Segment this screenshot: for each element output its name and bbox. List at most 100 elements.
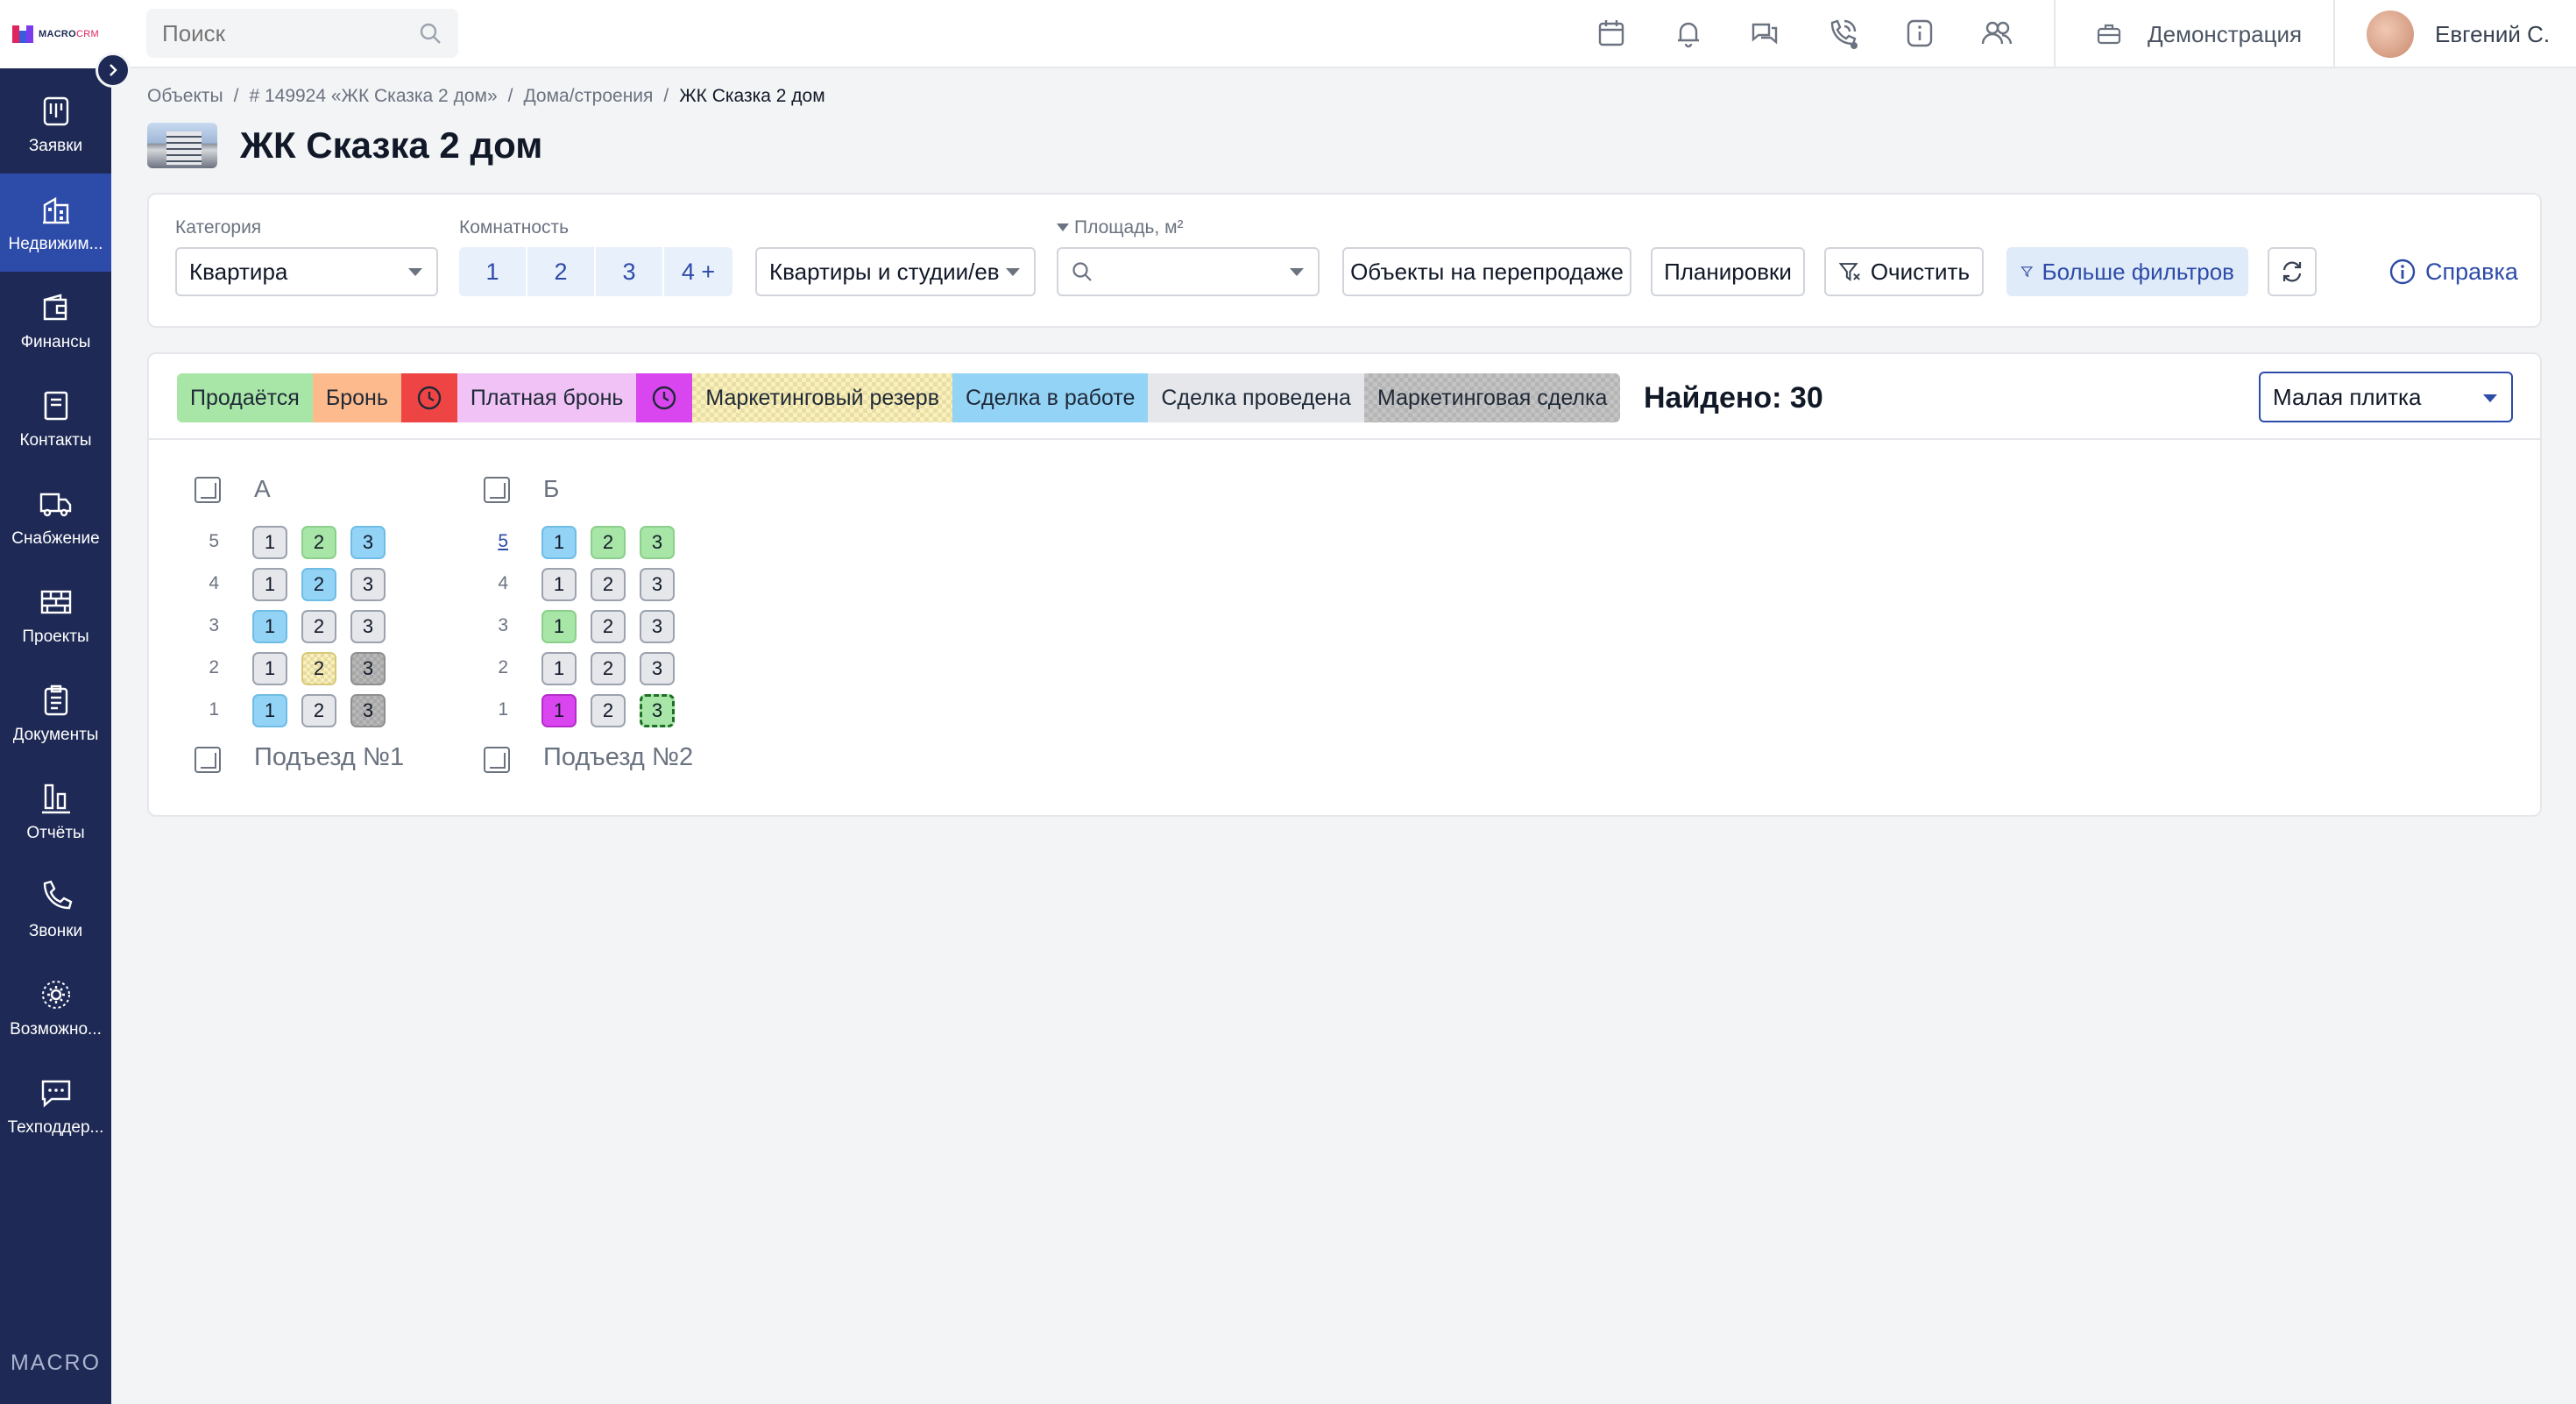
apartment-cell[interactable]: 1 — [252, 568, 287, 601]
sidebar-item-label: Техподдер... — [7, 1118, 104, 1137]
apartment-cell[interactable]: 3 — [640, 694, 675, 727]
status-chip[interactable]: Сделка в работе — [952, 373, 1149, 422]
floor-number: 2 — [209, 657, 219, 677]
status-chip[interactable] — [636, 373, 693, 422]
stairs-icon[interactable] — [195, 477, 221, 503]
apartment-cell[interactable]: 3 — [350, 568, 386, 601]
plans-button[interactable]: Планировки — [1651, 247, 1805, 296]
divider — [149, 438, 2540, 440]
apartment-cell[interactable]: 2 — [301, 694, 336, 727]
view-mode-select[interactable]: Малая плитка — [2259, 372, 2513, 422]
support-chat-icon — [41, 1080, 70, 1108]
apartment-cell[interactable]: 2 — [591, 610, 626, 643]
breadcrumb-item[interactable]: # 149924 «ЖК Сказка 2 дом» — [249, 86, 497, 107]
apartment-cell[interactable]: 2 — [301, 568, 336, 601]
floor-number[interactable]: 5 — [473, 531, 508, 552]
breadcrumb-item[interactable]: Дома/строения — [523, 86, 653, 107]
sidebar-collapse-button[interactable] — [96, 53, 131, 88]
help-link[interactable]: Справка — [2388, 247, 2518, 296]
status-chip[interactable]: Маркетинговая сделка — [1363, 373, 1621, 422]
sidebar-item-5[interactable]: Проекты — [0, 566, 111, 664]
user-menu[interactable]: Евгений С. — [2367, 0, 2550, 68]
search-box — [146, 9, 458, 58]
logo[interactable]: MACROCRM — [0, 0, 111, 68]
sidebar-item-7[interactable]: Отчёты — [0, 762, 111, 861]
phone-call-icon[interactable] — [1825, 16, 1860, 51]
sidebar-item-3[interactable]: Контакты — [0, 370, 111, 468]
apartment-cell[interactable]: 1 — [541, 694, 577, 727]
bell-icon[interactable] — [1671, 16, 1706, 51]
apartment-cell[interactable]: 3 — [640, 526, 675, 559]
rooms-option-2[interactable]: 2 — [527, 247, 596, 296]
clear-button[interactable]: Очистить — [1824, 247, 1984, 296]
stairs-icon[interactable] — [484, 747, 510, 773]
filter-clear-icon — [1838, 263, 1860, 281]
apartment-cell[interactable]: 2 — [301, 526, 336, 559]
stairs-icon[interactable] — [195, 747, 221, 773]
users-icon[interactable] — [1979, 16, 2014, 51]
sidebar-item-4[interactable]: Снабжение — [0, 468, 111, 566]
search-icon[interactable] — [418, 21, 442, 46]
apartment-cell[interactable]: 3 — [350, 694, 386, 727]
rooms-option-1[interactable]: 1 — [459, 247, 527, 296]
chessboard-panel: Продаётся Бронь Платная бронь Маркетинговый… — [147, 352, 2542, 817]
category-select[interactable]: Квартира — [175, 247, 438, 296]
status-chip[interactable]: Платная бронь — [456, 373, 637, 422]
apartment-cell[interactable]: 3 — [640, 568, 675, 601]
status-chip[interactable]: Бронь — [312, 373, 401, 422]
sidebar-item-label: Снабжение — [11, 529, 100, 548]
rooms-label: Комнатность — [459, 217, 570, 238]
status-chip[interactable] — [400, 373, 457, 422]
status-chip[interactable]: Сделка проведена — [1148, 373, 1364, 422]
rooms-option-4-plus[interactable]: 4 + — [664, 247, 732, 296]
sidebar-item-8[interactable]: Звонки — [0, 861, 111, 959]
status-chip[interactable]: Продаётся — [177, 373, 313, 422]
apartment-cell[interactable]: 3 — [640, 652, 675, 685]
apartment-cell[interactable]: 1 — [252, 694, 287, 727]
sidebar-item-label: Отчёты — [26, 824, 85, 842]
apartment-cell[interactable]: 1 — [541, 568, 577, 601]
apartment-cell[interactable]: 3 — [350, 526, 386, 559]
status-chip[interactable]: Маркетинговый резерв — [692, 373, 952, 422]
more-filters-button[interactable]: Больше фильтров — [2006, 247, 2248, 296]
apartment-cell[interactable]: 1 — [541, 652, 577, 685]
sidebar-item-2[interactable]: Финансы — [0, 272, 111, 370]
apartment-cell[interactable]: 1 — [541, 526, 577, 559]
refresh-button[interactable] — [2268, 247, 2317, 296]
apartment-cell[interactable]: 2 — [301, 610, 336, 643]
apartment-cell[interactable]: 3 — [350, 610, 386, 643]
resale-button[interactable]: Объекты на перепродаже — [1342, 247, 1631, 296]
sidebar-item-9[interactable]: Возможно... — [0, 959, 111, 1057]
stairs-icon[interactable] — [484, 477, 510, 503]
calendar-icon[interactable] — [1594, 16, 1629, 51]
sidebar-item-10[interactable]: Техподдер... — [0, 1057, 111, 1155]
sidebar-item-1[interactable]: Недвижим... — [0, 174, 111, 272]
area-select[interactable] — [1057, 247, 1320, 296]
apartment-cell[interactable]: 2 — [591, 652, 626, 685]
demo-mode[interactable]: Демонстрация — [2095, 0, 2302, 68]
apartment-cell[interactable]: 3 — [640, 610, 675, 643]
rooms-option-3[interactable]: 3 — [596, 247, 664, 296]
apartment-cell[interactable]: 1 — [541, 610, 577, 643]
chat-icon[interactable] — [1748, 16, 1783, 51]
floor-number: 2 — [498, 657, 508, 677]
apartment-cell[interactable]: 2 — [301, 652, 336, 685]
apartment-cell[interactable]: 2 — [591, 526, 626, 559]
area-label[interactable]: Площадь, м² — [1057, 217, 1184, 238]
apartment-cell[interactable]: 1 — [252, 526, 287, 559]
info-icon[interactable] — [1902, 16, 1937, 51]
apartment-cell[interactable]: 1 — [252, 652, 287, 685]
sidebar-item-6[interactable]: Документы — [0, 664, 111, 762]
apartment-cell[interactable]: 3 — [350, 652, 386, 685]
breadcrumb-item[interactable]: Объекты — [147, 86, 223, 107]
sidebar-item-0[interactable]: Заявки — [0, 75, 111, 174]
apartment-cell[interactable]: 1 — [252, 610, 287, 643]
type-select[interactable]: Квартиры и студии/ев — [755, 247, 1036, 296]
info-circle-icon — [2389, 259, 2416, 285]
apartment-cell[interactable]: 2 — [591, 568, 626, 601]
sidebar-item-label: Недвижим... — [8, 235, 103, 253]
chevron-down-icon — [1290, 268, 1304, 276]
apartment-cell[interactable]: 2 — [591, 694, 626, 727]
search-input[interactable] — [146, 9, 458, 58]
building-thumbnail[interactable] — [147, 123, 217, 168]
